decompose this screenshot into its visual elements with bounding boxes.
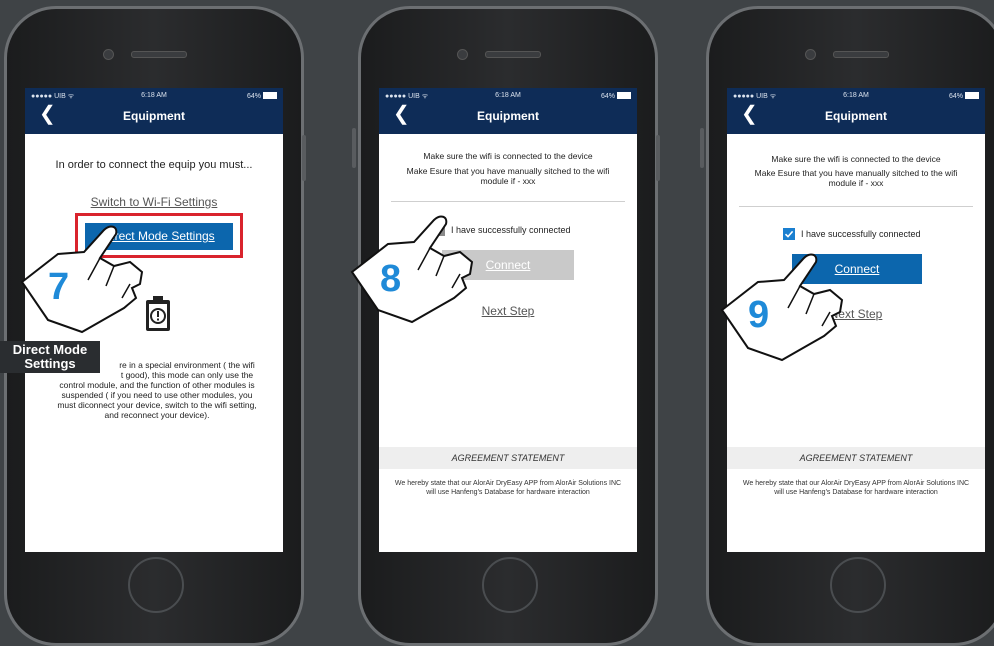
battery-indicator: 64% (949, 92, 979, 100)
wifi-instruction: Make sure the wifi is connected to the d… (423, 151, 593, 161)
instruction-heading: In order to connect the equip you must..… (55, 159, 253, 171)
agreement-title: AGREEMENT STATEMENT (727, 447, 985, 469)
front-camera (103, 49, 114, 60)
home-button[interactable] (482, 557, 538, 613)
side-button (700, 128, 704, 168)
divider (391, 201, 625, 202)
manual-switch-instruction: Make Esure that you have manually sitche… (406, 166, 610, 186)
home-button[interactable] (830, 557, 886, 613)
battery-indicator: 64% (247, 92, 277, 100)
side-button (656, 135, 660, 181)
page-title: Equipment (477, 109, 539, 123)
page-title: Equipment (123, 109, 185, 123)
home-button[interactable] (128, 557, 184, 613)
manual-switch-instruction: Make Esure that you have manually sitche… (754, 168, 958, 188)
step-number-9: 9 (748, 294, 770, 336)
direct-mode-tip-label: Direct Mode Settings (0, 341, 100, 373)
battery-icon (617, 92, 631, 99)
pointing-hand-icon (18, 224, 158, 339)
agreement-text: We hereby state that our AlorAir DryEasy… (394, 480, 622, 496)
status-time: 6:18 AM (843, 92, 869, 99)
divider (739, 206, 973, 207)
battery-icon (965, 92, 979, 99)
agreement-text: We hereby state that our AlorAir DryEasy… (742, 480, 970, 496)
battery-icon (263, 92, 277, 99)
pointing-hand-icon (348, 214, 488, 329)
info-line: and reconnect your device). (104, 410, 210, 420)
page-title: Equipment (825, 109, 887, 123)
wifi-settings-link[interactable]: Switch to Wi-Fi Settings (25, 195, 283, 209)
status-time: 6:18 AM (495, 92, 521, 99)
checkmark-icon (784, 230, 794, 238)
status-bar: ●●●●● UIB ᯤ 6:18 AM 64% (379, 88, 637, 103)
battery-indicator: 64% (601, 92, 631, 100)
earpiece-speaker (485, 51, 541, 58)
front-camera (805, 49, 816, 60)
status-bar: ●●●●● UIB ᯤ 6:18 AM 64% (727, 88, 985, 103)
info-line: must diconnect your device, switch to th… (57, 400, 257, 410)
earpiece-speaker (833, 51, 889, 58)
side-button (302, 135, 306, 181)
side-button (352, 128, 356, 168)
front-camera (457, 49, 468, 60)
nav-bar: ●●●●● UIB ᯤ 6:18 AM 64% ❮ Equipment (727, 88, 985, 134)
step-number-8: 8 (380, 258, 402, 300)
nav-bar: ●●●●● UIB ᯤ 6:18 AM 64% ❮ Equipment (379, 88, 637, 134)
status-time: 6:18 AM (141, 92, 167, 99)
wifi-instruction: Make sure the wifi is connected to the d… (771, 154, 941, 164)
info-line: control module, and the function of othe… (59, 380, 255, 390)
step-number-7: 7 (48, 266, 70, 308)
connected-label: I have successfully connected (801, 229, 921, 239)
info-line: suspended ( if you need to use other mod… (61, 390, 253, 400)
connected-checkbox[interactable] (783, 228, 795, 240)
status-bar: ●●●●● UIB ᯤ 6:18 AM 64% (25, 88, 283, 103)
earpiece-speaker (131, 51, 187, 58)
pointing-hand-icon (718, 252, 858, 367)
nav-bar: ●●●●● UIB ᯤ 6:18 AM 64% ❮ Equipment (25, 88, 283, 134)
agreement-title: AGREEMENT STATEMENT (379, 447, 637, 469)
